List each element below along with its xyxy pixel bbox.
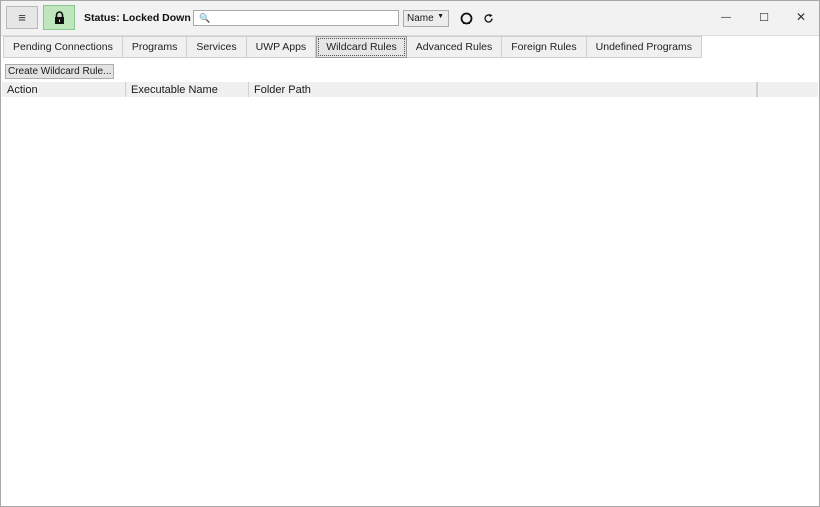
close-button[interactable]: ✕ [786, 7, 816, 27]
column-header-executable-name[interactable]: Executable Name [126, 82, 249, 97]
tab-label: Foreign Rules [511, 41, 577, 53]
tab-label: Wildcard Rules [326, 41, 397, 53]
sort-selected-value: Name [407, 13, 434, 24]
chevron-down-icon: ▼ [437, 13, 444, 20]
refresh-icon [483, 13, 493, 23]
close-icon: ✕ [795, 10, 807, 24]
tab-services[interactable]: Services [187, 36, 247, 58]
tab-pending-connections[interactable]: Pending Connections [3, 36, 123, 58]
tab-label: UWP Apps [255, 41, 307, 53]
tab-programs[interactable]: Programs [122, 36, 188, 58]
status-label: Status: Locked Down [84, 12, 191, 24]
sort-dropdown[interactable]: Name ▼ [403, 10, 449, 27]
tab-label: Undefined Programs [595, 41, 692, 53]
search-icon: 🔍 [199, 13, 211, 23]
refresh-button[interactable] [481, 11, 495, 25]
tab-label: Services [196, 41, 237, 53]
sync-button[interactable] [459, 11, 473, 25]
column-header-action[interactable]: Action [2, 82, 126, 97]
create-wildcard-rule-button[interactable]: Create Wildcard Rule... [5, 64, 115, 79]
tab-undefined-programs[interactable]: Undefined Programs [586, 36, 702, 58]
search-box[interactable]: 🔍 [193, 10, 399, 26]
minimize-button[interactable]: — [711, 7, 741, 27]
minimize-icon: — [721, 11, 731, 23]
tab-label: Pending Connections [13, 41, 113, 53]
search-input[interactable] [210, 11, 396, 25]
menu-button[interactable]: ≡ [6, 6, 38, 29]
sync-icon [460, 12, 472, 24]
tab-uwp-apps[interactable]: UWP Apps [246, 36, 317, 58]
tab-foreign-rules[interactable]: Foreign Rules [502, 36, 587, 58]
toolbar: ≡ Status: Locked Down 🔍 Name ▼ — ☐ ✕ [1, 1, 819, 36]
app-window: ≡ Status: Locked Down 🔍 Name ▼ — ☐ ✕ Pen… [0, 0, 820, 507]
tab-label: Programs [131, 41, 178, 53]
lock-icon [54, 11, 64, 24]
hamburger-icon: ≡ [18, 10, 26, 25]
lock-mode-button[interactable] [43, 5, 75, 30]
tab-label: Advanced Rules [415, 41, 493, 53]
tab-bar: Pending Connections Programs Services UW… [3, 36, 702, 59]
maximize-button[interactable]: ☐ [749, 7, 779, 27]
rules-grid-body[interactable] [2, 97, 818, 505]
column-header-folder-path[interactable]: Folder Path [249, 82, 757, 97]
grid-header: Action Executable Name Folder Path [2, 82, 818, 97]
maximize-icon: ☐ [759, 11, 769, 24]
tab-advanced-rules[interactable]: Advanced Rules [406, 36, 503, 58]
tab-wildcard-rules[interactable]: Wildcard Rules [316, 36, 407, 58]
column-header-filler [757, 82, 818, 97]
